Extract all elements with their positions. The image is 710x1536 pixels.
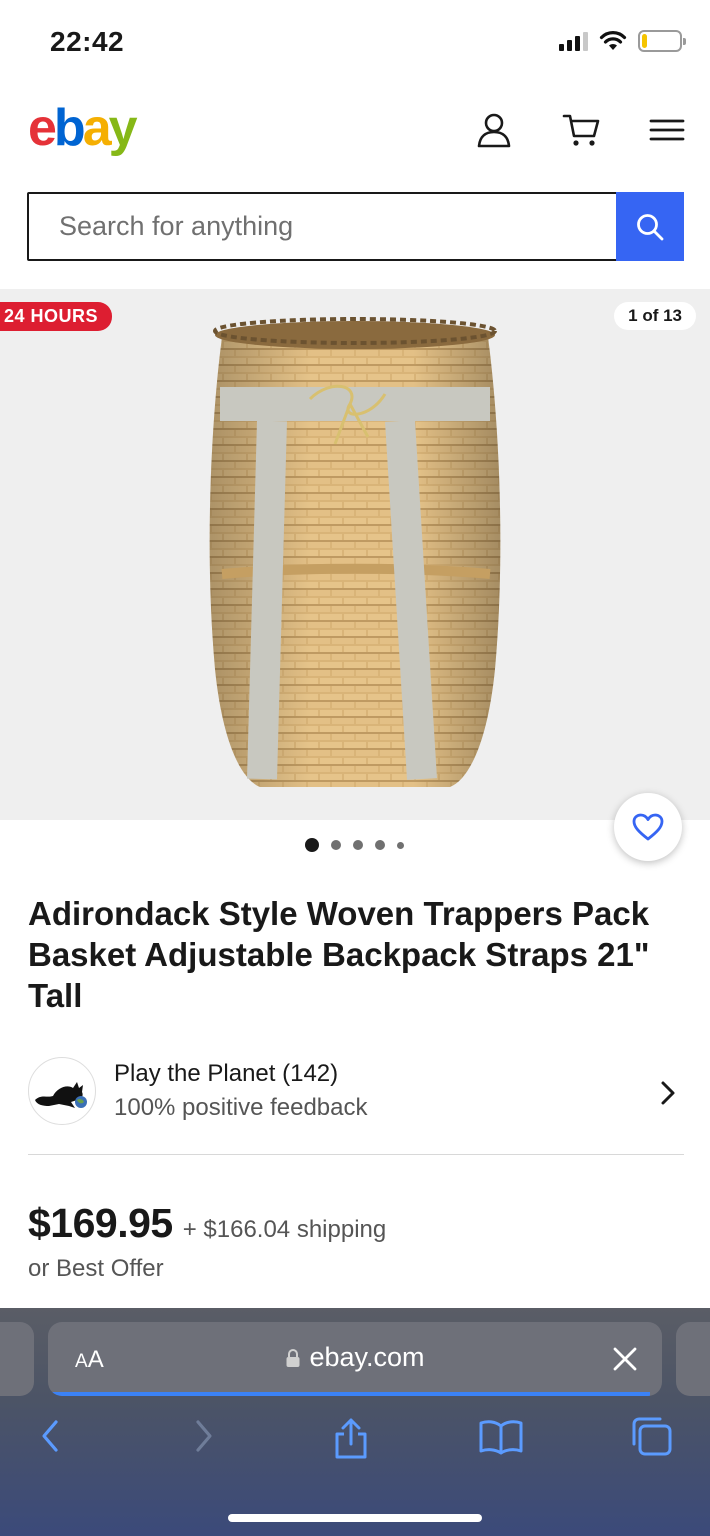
forward-icon[interactable] [190, 1416, 218, 1456]
search-icon [637, 213, 664, 240]
listing-title: Adirondack Style Woven Trappers Pack Bas… [28, 895, 650, 1014]
address-url[interactable]: ebay.com [48, 1342, 662, 1373]
product-image[interactable] [200, 309, 510, 799]
lock-icon [286, 1349, 300, 1367]
seller-avatar[interactable] [28, 1057, 96, 1125]
battery-icon [638, 30, 686, 52]
status-time: 22:42 [50, 26, 125, 57]
image-gallery[interactable]: 24 HOURS 1 of 13 [0, 289, 710, 820]
bookmarks-icon[interactable] [478, 1416, 524, 1456]
cat-logo-icon [35, 1082, 87, 1108]
account-icon[interactable] [474, 110, 514, 150]
status-bar: 22:42 [0, 0, 710, 86]
site-header: ebay [0, 96, 710, 166]
pagination-dot[interactable] [330, 840, 341, 850]
address-bar[interactable]: AA ebay.com [48, 1322, 662, 1396]
image-counter: 1 of 13 [614, 302, 696, 330]
page-load-progress [48, 1392, 650, 1396]
price: $169.95 [28, 1200, 173, 1246]
search-button[interactable] [616, 192, 684, 261]
battery-level [642, 34, 648, 48]
back-icon[interactable] [36, 1416, 64, 1456]
tabs-icon[interactable] [630, 1416, 674, 1456]
pagination-dot[interactable] [396, 841, 404, 849]
browser-toolbar [0, 1416, 710, 1464]
price-row: $169.95 + $166.04 shipping [28, 1200, 386, 1247]
gallery-pagination [0, 838, 710, 852]
search-input[interactable] [29, 194, 616, 259]
browser-bottom-bar: AA ebay.com [0, 1308, 710, 1536]
status-icons [559, 30, 686, 52]
shipping-cost: + $166.04 shipping [182, 1216, 387, 1243]
divider [28, 1154, 684, 1155]
best-offer-label: or Best Offer [28, 1255, 164, 1282]
time-badge: 24 HOURS [0, 302, 113, 331]
share-icon[interactable] [332, 1416, 370, 1460]
search-bar [27, 192, 684, 261]
pagination-dot[interactable] [352, 840, 363, 850]
close-icon[interactable] [612, 1346, 638, 1372]
cellular-signal-icon [559, 31, 588, 51]
seller-name[interactable]: Play the Planet (142) [114, 1060, 338, 1088]
previous-tab-preview[interactable] [0, 1322, 34, 1396]
ebay-logo[interactable]: ebay [28, 98, 138, 158]
cart-icon[interactable] [561, 110, 601, 150]
chevron-right-icon[interactable] [658, 1079, 678, 1107]
pagination-dot-active[interactable] [304, 838, 319, 852]
wifi-icon [599, 31, 627, 50]
seller-info-row[interactable]: Play the Planet (142) 100% positive feed… [28, 1055, 684, 1127]
pagination-dot[interactable] [374, 840, 385, 850]
next-tab-preview[interactable] [676, 1322, 710, 1396]
seller-feedback: 100% positive feedback [114, 1094, 368, 1121]
home-indicator[interactable] [228, 1514, 482, 1522]
menu-icon[interactable] [647, 110, 687, 150]
